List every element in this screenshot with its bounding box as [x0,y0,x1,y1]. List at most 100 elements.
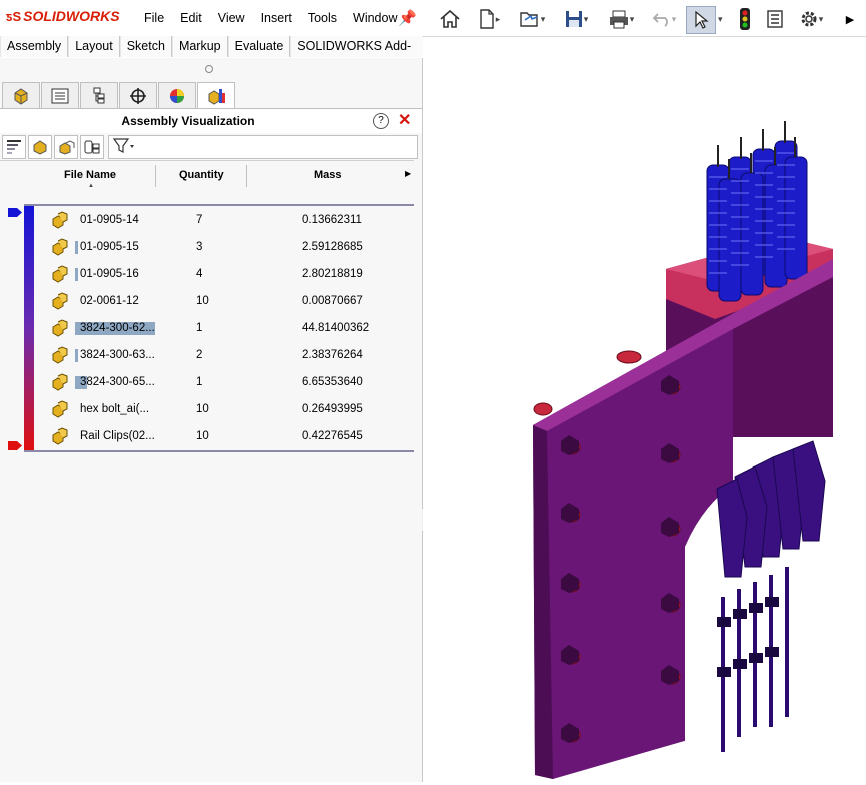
options-gear-icon[interactable]: ▾ [793,6,829,32]
open-icon[interactable]: ▾ [512,6,552,32]
component-icon [50,427,70,445]
rebuild-traffic-light-icon[interactable] [736,6,754,32]
close-icon[interactable]: ✕ [398,110,411,130]
component-quantity: 1 [196,376,203,388]
pin-icon[interactable]: 📌 [398,9,417,27]
assembly-visualization-tab-icon[interactable] [197,82,235,109]
component-name: 01-0905-14 [80,214,139,226]
tab-assembly[interactable]: Assembly [0,36,69,57]
dimxpert-tab-icon[interactable] [119,82,157,108]
undo-icon[interactable]: ▾ [646,6,682,32]
featuremanager-tab-icon[interactable] [2,82,40,108]
tab-sketch[interactable]: Sketch [119,36,172,57]
top-slider-marker[interactable] [8,208,22,217]
column-scroll-right-icon[interactable]: ▶ [405,169,411,178]
gradient-scale-icon[interactable] [2,135,26,159]
component-name: 01-0905-16 [80,268,139,280]
file-properties-icon[interactable] [763,6,787,32]
ds-logo-icon: ƽS [6,8,22,24]
list-item[interactable]: 01-0905-15 3 2.59128685 [50,234,410,261]
menu-edit[interactable]: Edit [180,11,202,25]
list-item[interactable]: 01-0905-14 7 0.13662311 [50,207,410,234]
nested-view-icon[interactable] [80,135,104,159]
component-name: 3824-300-62... [80,322,155,334]
menu-insert[interactable]: Insert [261,11,292,25]
list-item[interactable]: 3824-300-63... 2 2.38376264 [50,342,410,369]
list-item[interactable]: Rail Clips(02... 10 0.42276545 [50,423,410,450]
list-item[interactable]: 02-0061-12 10 0.00870667 [50,288,410,315]
graphics-area[interactable] [423,37,866,782]
command-manager-tabs: Assembly Layout Sketch Markup Evaluate SOLIDW… [0,36,424,74]
menu-tools[interactable]: Tools [308,11,337,25]
component-icon [50,319,70,337]
tab-evaluate[interactable]: Evaluate [227,36,291,57]
column-mass[interactable]: Mass [314,169,342,181]
component-quantity: 7 [196,214,203,226]
component-quantity: 3 [196,241,203,253]
component-name: 02-0061-12 [80,295,139,307]
component-mass: 2.59128685 [302,241,363,253]
assembly-model-3d [533,121,833,782]
component-name: hex bolt_ai(... [80,403,150,415]
component-mass: 0.26493995 [302,403,363,415]
menu-view[interactable]: View [218,11,245,25]
home-icon[interactable] [437,6,463,32]
component-mass: 0.42276545 [302,430,363,442]
tab-layout[interactable]: Layout [68,36,120,57]
column-quantity[interactable]: Quantity [179,169,224,181]
solidworks-logo[interactable]: ƽS SOLID WORKS [6,8,120,24]
component-icon [50,346,70,364]
manager-tabs [2,82,236,109]
mass-indicator-bar [75,349,78,362]
component-quantity: 2 [196,349,203,361]
component-icon [50,400,70,418]
configurationmanager-tab-icon[interactable] [80,82,118,108]
component-quantity: 10 [196,295,209,307]
print-icon[interactable]: ▾ [601,6,641,32]
show-parts-icon[interactable] [28,135,52,159]
component-icon [50,211,70,229]
menu-file[interactable]: File [144,11,164,25]
component-icon [50,292,70,310]
list-item[interactable]: hex bolt_ai(... 10 0.26493995 [50,396,410,423]
filter-input[interactable] [108,135,418,159]
component-name: Rail Clips(02... [80,430,155,442]
component-quantity: 4 [196,268,203,280]
component-icon [50,373,70,391]
new-document-icon[interactable]: ▸ [472,6,506,32]
list-item[interactable]: 3824-300-65... 1 6.65353640 [50,369,410,396]
tab-markup[interactable]: Markup [171,36,228,57]
save-icon[interactable]: ▾ [556,6,596,32]
panel-title: Assembly Visualization [121,114,255,128]
component-quantity: 10 [196,430,209,442]
component-icon [50,265,70,283]
filter-icon[interactable] [112,138,135,157]
component-name: 01-0905-15 [80,241,139,253]
column-headers: File Name ▲ Quantity Mass ▶ [0,160,414,189]
propertymanager-tab-icon[interactable] [41,82,79,108]
more-arrow-icon[interactable]: ▶ [842,6,858,32]
panel-header: Assembly Visualization ? ✕ [0,108,422,133]
column-file-name[interactable]: File Name [64,169,116,181]
component-name: 3824-300-63... [80,349,155,361]
bottom-slider-marker[interactable] [8,441,22,450]
list-item[interactable]: 01-0905-16 4 2.80218819 [50,261,410,288]
mass-indicator-bar [75,268,78,281]
menu-window[interactable]: Window [353,11,397,25]
displaymanager-tab-icon[interactable] [158,82,196,108]
component-quantity: 1 [196,322,203,334]
component-mass: 6.65353640 [302,376,363,388]
show-subassemblies-icon[interactable] [54,135,78,159]
select-icon[interactable] [686,6,716,34]
list-item[interactable]: 3824-300-62... 1 44.81400362 [50,315,410,342]
tab-solidworks-add-ins[interactable]: SOLIDWORKS Add-Ins [290,36,424,74]
property-manager-panel: Assembly Visualization ? ✕ File Name ▲ Q… [0,58,423,782]
component-icon [50,238,70,256]
main-menu: File Edit View Insert Tools Window [136,11,406,25]
help-icon[interactable]: ? [373,113,389,129]
sort-ascending-icon: ▲ [88,183,94,189]
menu-bar: ƽS SOLID WORKS File Edit View Insert Tools Win… [0,0,866,37]
component-mass: 0.00870667 [302,295,363,307]
panel-drag-handle[interactable] [205,65,213,73]
component-mass: 44.81400362 [302,322,370,334]
